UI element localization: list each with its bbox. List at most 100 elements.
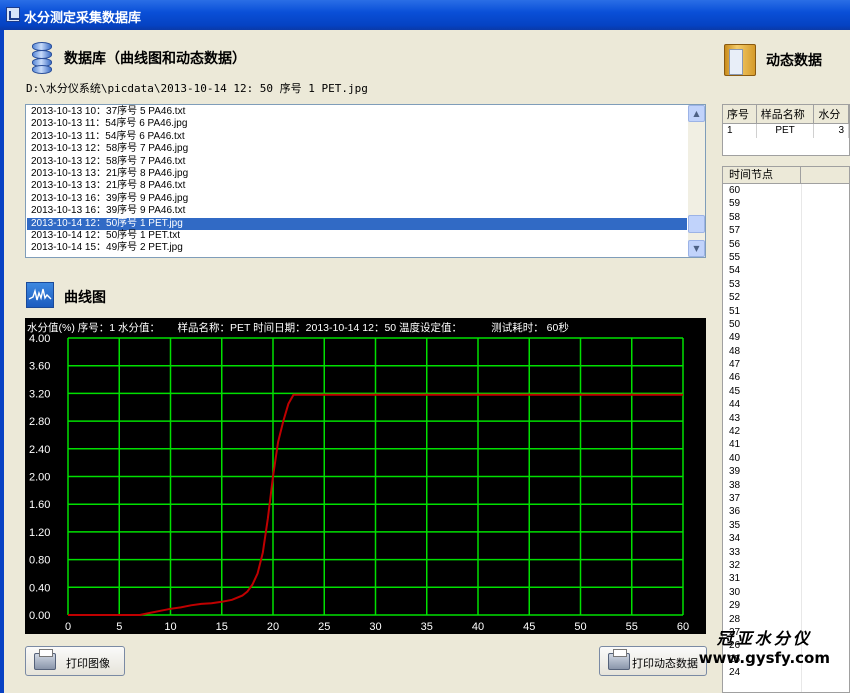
watermark-url: www.gysfy.com	[698, 649, 830, 667]
x-tick-label: 25	[318, 621, 330, 633]
time-node-table[interactable]: 时间节点 60 59 58 57 56 55 54 53 52 51 50 49 48 47 46 45 44 4…	[722, 166, 850, 693]
y-tick-label: 3.20	[29, 388, 50, 400]
x-tick-label: 40	[472, 621, 484, 633]
printer-icon	[608, 649, 630, 670]
file-listbox[interactable]: 2013-10-13 10：37序号 5 PA46.txt 2013-10-13 …	[25, 104, 706, 258]
file-list-item[interactable]: 2013-10-13 16：39序号 9 PA46.txt	[27, 205, 687, 217]
time-node-row[interactable]: 60	[723, 184, 849, 197]
column-header-moisture[interactable]: 水分	[813, 105, 849, 124]
file-list-item[interactable]: 2013-10-13 11：54序号 6 PA46.txt	[27, 131, 687, 143]
file-list-item[interactable]: 2013-10-14 15：49序号 2 PET.jpg	[27, 242, 687, 254]
time-node-row[interactable]: 29	[723, 599, 849, 612]
column-header-index[interactable]: 序号	[723, 105, 757, 124]
time-node-row[interactable]: 34	[723, 532, 849, 545]
time-node-row[interactable]: 44	[723, 398, 849, 411]
time-node-row[interactable]: 52	[723, 291, 849, 304]
database-section-title: 数据库（曲线图和动态数据）	[64, 51, 246, 67]
print-dynamic-data-button[interactable]: 打印动态数据	[599, 646, 707, 676]
time-node-row[interactable]: 32	[723, 559, 849, 572]
time-node-row[interactable]: 55	[723, 251, 849, 264]
y-tick-label: 0.40	[29, 582, 50, 594]
file-list-item[interactable]: 2013-10-13 11：54序号 6 PA46.jpg	[27, 118, 687, 130]
time-node-row[interactable]: 58	[723, 211, 849, 224]
time-node-row[interactable]: 46	[723, 371, 849, 384]
time-node-row[interactable]: 35	[723, 519, 849, 532]
scroll-thumb[interactable]	[688, 215, 705, 233]
file-list-item[interactable]: 2013-10-13 16：39序号 9 PA46.jpg	[27, 193, 687, 205]
scroll-down-icon[interactable]: ▼	[688, 240, 705, 257]
file-list-scrollbar[interactable]: ▲ ▼	[688, 105, 705, 257]
y-tick-label: 2.00	[29, 472, 50, 484]
time-node-row[interactable]: 49	[723, 331, 849, 344]
file-list-item[interactable]: 2013-10-14 12：50序号 1 PET.txt	[27, 230, 687, 242]
curve-chart-icon	[26, 282, 54, 308]
file-list-item[interactable]: 2013-10-14 12：50序号 1 PET.jpg	[27, 217, 687, 230]
x-tick-label: 10	[164, 621, 176, 633]
time-node-row[interactable]: 53	[723, 278, 849, 291]
x-tick-label: 5	[116, 621, 122, 633]
time-node-row[interactable]: 30	[723, 586, 849, 599]
column-header-sample-name[interactable]: 样品名称	[756, 105, 815, 124]
file-list-item[interactable]: 2013-10-13 12：58序号 7 PA46.txt	[27, 156, 687, 168]
time-node-rows: 60 59 58 57 56 55 54 53 52 51 50 49 48 47 46 45 44 43 42 41…	[723, 184, 849, 692]
y-tick-label: 3.60	[29, 361, 50, 373]
x-tick-label: 15	[216, 621, 228, 633]
y-tick-label: 2.40	[29, 444, 50, 456]
watermark-brand: 冠亚水分仪	[716, 629, 812, 648]
time-node-row[interactable]: 45	[723, 385, 849, 398]
app-icon	[6, 7, 20, 22]
database-icon	[32, 42, 52, 74]
time-node-row[interactable]: 51	[723, 305, 849, 318]
time-node-row[interactable]: 48	[723, 345, 849, 358]
print-image-button[interactable]: 打印图像	[25, 646, 125, 676]
time-node-row[interactable]: 24	[723, 666, 849, 679]
x-tick-label: 0	[65, 621, 71, 633]
time-node-row[interactable]: 47	[723, 358, 849, 371]
print-dynamic-data-label: 打印动态数据	[632, 657, 698, 670]
printer-icon	[34, 649, 56, 670]
x-tick-label: 50	[574, 621, 586, 633]
time-node-row[interactable]: 59	[723, 197, 849, 210]
file-list-item[interactable]: 2013-10-13 10：37序号 5 PA46.txt	[27, 106, 687, 118]
x-tick-label: 45	[523, 621, 535, 633]
chart-plot: 0 5 10 15 20 25 30 35 40 45 50 55 60 0.00 0.40 0.80 1.20…	[29, 333, 689, 633]
moisture-curve-chart: 水分值(%) 序号：1 水分值： 样品名称：PET 时间日期：2013-10-1…	[25, 318, 706, 634]
time-node-row[interactable]: 57	[723, 224, 849, 237]
x-tick-label: 55	[626, 621, 638, 633]
time-node-row[interactable]: 41	[723, 438, 849, 451]
y-tick-label: 1.20	[29, 527, 50, 539]
curve-section-title: 曲线图	[64, 290, 106, 306]
time-node-row[interactable]: 38	[723, 479, 849, 492]
title-bar: 水分测定采集数据库	[0, 0, 850, 30]
time-node-row[interactable]: 42	[723, 425, 849, 438]
x-tick-label: 20	[267, 621, 279, 633]
time-table-header: 时间节点	[723, 167, 849, 184]
file-path-label: D:\水分仪系统\picdata\2013-10-14 12: 50 序号 1 …	[26, 82, 368, 95]
file-list-item[interactable]: 2013-10-13 12：58序号 7 PA46.jpg	[27, 143, 687, 155]
dynamic-section-title: 动态数据	[766, 53, 822, 69]
y-tick-label: 4.00	[29, 333, 50, 345]
file-list-item[interactable]: 2013-10-13 13：21序号 8 PA46.jpg	[27, 168, 687, 180]
time-node-row[interactable]: 28	[723, 613, 849, 626]
time-node-row[interactable]: 31	[723, 572, 849, 585]
time-node-row[interactable]: 54	[723, 264, 849, 277]
file-list-item[interactable]: 2013-10-13 13：21序号 8 PA46.txt	[27, 180, 687, 192]
window-frame	[0, 30, 4, 693]
time-node-row[interactable]: 39	[723, 465, 849, 478]
scroll-up-icon[interactable]: ▲	[688, 105, 705, 122]
cell-moisture: 3	[813, 123, 849, 138]
time-node-row[interactable]: 40	[723, 452, 849, 465]
x-tick-label: 35	[421, 621, 433, 633]
time-node-row[interactable]: 56	[723, 238, 849, 251]
file-list-rows: 2013-10-13 10：37序号 5 PA46.txt 2013-10-13 …	[27, 106, 687, 255]
window-title: 水分测定采集数据库	[24, 11, 142, 26]
y-tick-label: 1.60	[29, 499, 50, 511]
cell-sample-name: PET	[756, 123, 815, 138]
folder-icon	[724, 44, 756, 76]
time-node-row[interactable]: 33	[723, 546, 849, 559]
column-header-time-node[interactable]: 时间节点	[729, 167, 801, 183]
time-node-row[interactable]: 50	[723, 318, 849, 331]
time-node-row[interactable]: 36	[723, 505, 849, 518]
time-node-row[interactable]: 43	[723, 412, 849, 425]
time-node-row[interactable]: 37	[723, 492, 849, 505]
